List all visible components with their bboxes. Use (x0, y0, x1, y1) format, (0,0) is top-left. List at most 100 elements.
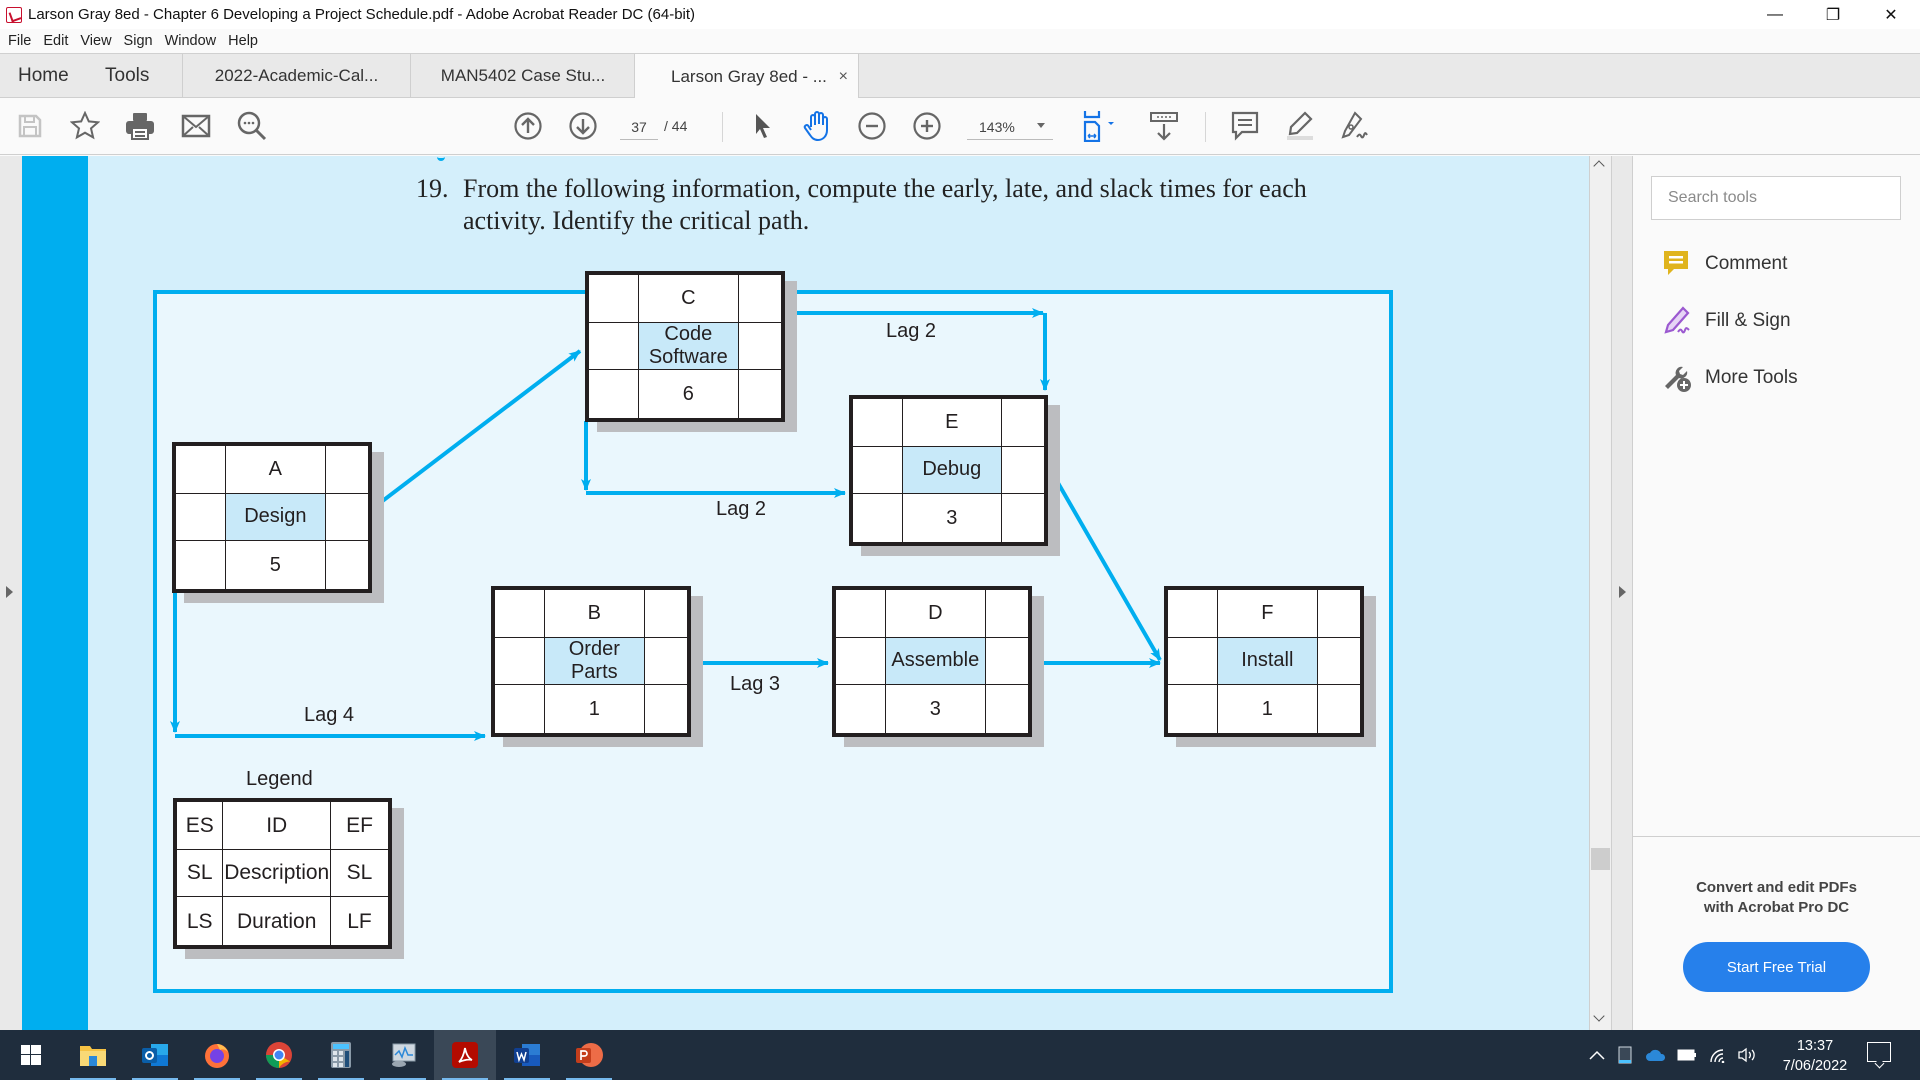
taskbar-calculator[interactable] (310, 1030, 372, 1080)
page-down-icon[interactable] (567, 110, 599, 142)
minimize-button[interactable]: — (1746, 0, 1804, 29)
promo-text: Convert and edit PDFs with Acrobat Pro D… (1633, 878, 1920, 918)
tab-home[interactable]: Home (18, 54, 69, 98)
tool-label: Comment (1705, 253, 1788, 274)
tool-fill-sign[interactable]: Fill & Sign (1661, 305, 1791, 337)
file-explorer-icon (80, 1046, 106, 1066)
highlight-icon[interactable] (1284, 110, 1316, 142)
search-tools-input[interactable] (1651, 176, 1901, 220)
document-viewport[interactable]: 19. From the following information, comp… (0, 156, 1589, 1030)
tab-label: Larson Gray 8ed - ... (671, 66, 827, 86)
menu-edit[interactable]: Edit (43, 33, 68, 49)
sl-cell (589, 322, 639, 370)
activity-id: A (226, 446, 326, 493)
tool-comment[interactable]: Comment (1661, 248, 1787, 280)
print-icon[interactable] (124, 110, 156, 142)
taskbar-firefox[interactable] (186, 1030, 248, 1080)
acrobat-app-icon (6, 6, 22, 23)
sl-cell (495, 637, 545, 685)
sign-icon[interactable] (1339, 110, 1371, 142)
activity-id: C (639, 275, 739, 322)
windows-start-button[interactable] (0, 1030, 62, 1080)
es-cell (853, 399, 903, 446)
close-tab-icon[interactable]: × (839, 68, 848, 86)
tab-document-man5402[interactable]: MAN5402 Case Stu... (410, 54, 635, 98)
activity-duration: 1 (545, 685, 645, 733)
show-hidden-icons-button[interactable] (1586, 1030, 1608, 1080)
sl-cell (836, 637, 886, 685)
wifi-icon[interactable] (1706, 1030, 1730, 1080)
activity-duration: 3 (886, 685, 986, 733)
vertical-scrollbar[interactable] (1589, 156, 1611, 1030)
windows-taskbar: 13:37 7/06/2022 (0, 1030, 1920, 1080)
tray-tablet-icon[interactable] (1614, 1030, 1636, 1080)
page-number-input[interactable] (620, 114, 658, 140)
scrollbar-thumb[interactable] (1591, 848, 1610, 870)
ef-cell (326, 446, 368, 493)
page-up-icon[interactable] (512, 110, 544, 142)
select-cursor-icon[interactable] (747, 110, 779, 142)
volume-icon[interactable] (1735, 1030, 1761, 1080)
lf-cell (986, 685, 1028, 733)
sl-cell (986, 638, 1028, 685)
comment-icon[interactable] (1229, 110, 1261, 142)
fit-page-icon[interactable] (1080, 110, 1124, 142)
activity-node-d: D Assemble 3 (832, 586, 1032, 737)
sl-cell (1002, 447, 1044, 494)
taskbar-acrobat-reader[interactable] (434, 1030, 496, 1080)
activity-description: Order Parts (544, 637, 645, 685)
menu-help[interactable]: Help (228, 33, 258, 49)
legend-box: ES ID EF SL Description SL LS Duration LF (173, 798, 392, 949)
menu-sign[interactable]: Sign (124, 33, 153, 49)
email-icon[interactable] (180, 110, 212, 142)
tab-document-academic-calendar[interactable]: 2022-Academic-Cal... (182, 54, 410, 98)
taskbar-file-explorer[interactable] (62, 1030, 124, 1080)
taskbar-clock[interactable]: 13:37 7/06/2022 (1770, 1036, 1860, 1076)
chevron-up-icon (1589, 1050, 1605, 1060)
collapse-right-panel-icon (1619, 586, 1626, 598)
search-icon[interactable] (236, 110, 268, 142)
activity-id: B (545, 590, 645, 637)
menu-view[interactable]: View (80, 33, 111, 49)
activity-description: Design (225, 493, 326, 541)
zoom-in-icon[interactable] (911, 110, 943, 142)
legend-lf: LF (347, 909, 372, 933)
lag-label-c-e-top: Lag 2 (886, 320, 937, 342)
es-cell (495, 590, 545, 637)
notification-center-icon[interactable] (1867, 1042, 1891, 1062)
legend-sl-right: SL (346, 861, 373, 885)
es-cell (1168, 590, 1218, 637)
maximize-button[interactable]: ❐ (1804, 0, 1862, 29)
start-free-trial-button[interactable]: Start Free Trial (1683, 942, 1870, 992)
taskbar-performance-monitor[interactable] (372, 1030, 434, 1080)
onedrive-icon[interactable] (1643, 1030, 1669, 1080)
windows-logo-icon (21, 1045, 41, 1065)
hand-tool-icon[interactable] (801, 110, 833, 142)
zoom-level-dropdown[interactable]: 143% (967, 114, 1053, 140)
scroll-up-icon[interactable] (1593, 160, 1605, 172)
sl-cell (1168, 637, 1218, 685)
menu-file[interactable]: File (8, 33, 31, 49)
panel-divider (1633, 836, 1920, 837)
lf-cell (645, 685, 687, 733)
scroll-down-icon[interactable] (1593, 1010, 1605, 1022)
tab-document-larson-gray[interactable]: Larson Gray 8ed - ... × (634, 54, 859, 99)
tools-pane: Comment Fill & Sign More Tools Convert a… (1633, 156, 1920, 1030)
taskbar-powerpoint[interactable] (558, 1030, 620, 1080)
tab-tools[interactable]: Tools (105, 54, 149, 98)
tab-label: 2022-Academic-Cal... (214, 66, 379, 85)
menu-window[interactable]: Window (165, 33, 217, 49)
zoom-out-icon[interactable] (856, 110, 888, 142)
taskbar-chrome[interactable] (248, 1030, 310, 1080)
tab-bar: Home Tools 2022-Academic-Cal... MAN5402 … (0, 54, 1920, 99)
right-panel-toggle[interactable] (1611, 156, 1633, 1030)
taskbar-outlook[interactable] (124, 1030, 186, 1080)
scroll-mode-icon[interactable] (1148, 110, 1180, 142)
save-icon[interactable] (14, 110, 46, 142)
battery-icon[interactable] (1675, 1030, 1699, 1080)
close-window-button[interactable]: ✕ (1862, 0, 1920, 29)
tool-more-tools[interactable]: More Tools (1661, 362, 1798, 394)
taskbar-word[interactable] (496, 1030, 558, 1080)
window-title: Larson Gray 8ed - Chapter 6 Developing a… (28, 6, 696, 23)
bookmark-star-icon[interactable] (69, 110, 101, 142)
